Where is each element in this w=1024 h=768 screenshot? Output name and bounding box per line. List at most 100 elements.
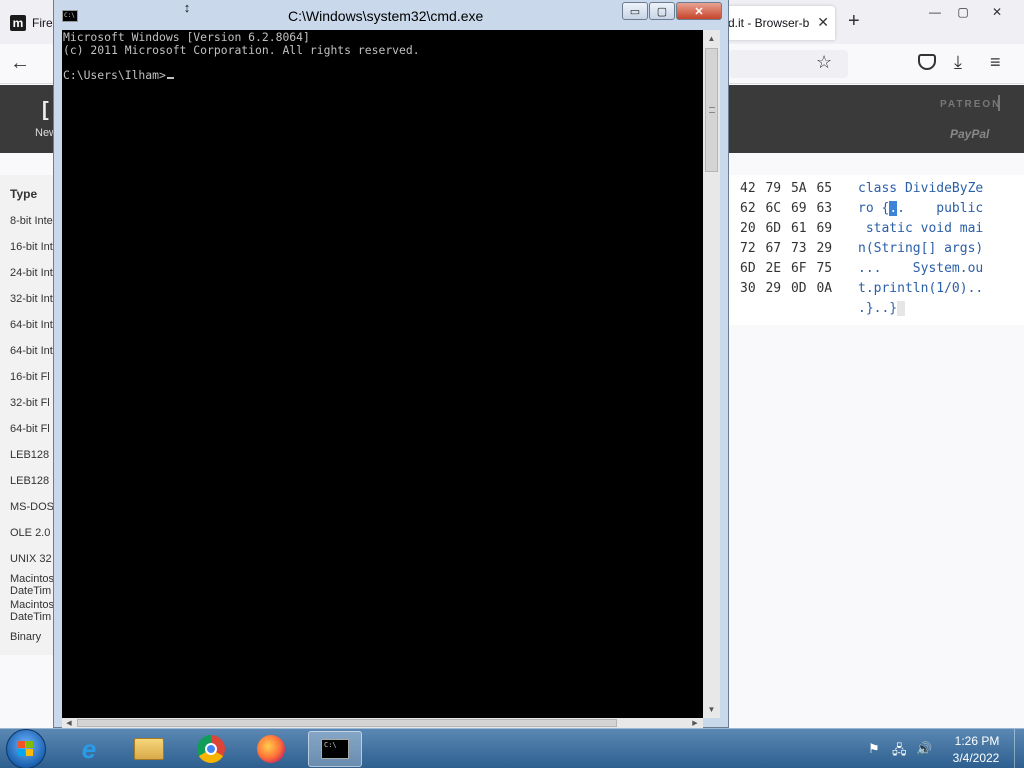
firefox-icon	[257, 735, 285, 763]
type-item[interactable]: LEB128	[10, 449, 49, 461]
type-item[interactable]: Macintos DateTim	[10, 599, 54, 623]
type-item[interactable]: 16-bit Fl	[10, 371, 50, 383]
type-item[interactable]: 32-bit Fl	[10, 397, 50, 409]
cmd-window-title: C:\Windows\system32\cmd.exe	[288, 8, 484, 24]
taskbar-ie-button[interactable]: e	[62, 731, 116, 767]
browser-tab-1[interactable]: m Fire	[0, 6, 60, 40]
clock-time[interactable]: 1:26 PM	[952, 734, 1002, 748]
maximize-button[interactable]: ▢	[649, 2, 675, 20]
scroll-up-arrow-icon[interactable]: ▲	[703, 30, 720, 47]
hex-row: 6D 2E 6F 75	[740, 261, 833, 276]
download-icon[interactable]: ⤓	[954, 52, 962, 73]
ascii-text: ... System.ou	[858, 261, 984, 276]
type-list-panel: Type 8-bit Inte 16-bit Int 24-bit Int 32…	[0, 175, 60, 655]
horizontal-scrollbar[interactable]: ◀ ▶	[62, 718, 703, 728]
scroll-right-arrow-icon[interactable]: ▶	[688, 718, 702, 728]
hex-row: 20 6D 61 69	[740, 221, 833, 236]
cmd-title-bar[interactable]: C:\ C:\Windows\system32\cmd.exe ▭ ▢ ✕	[54, 0, 728, 30]
pocket-icon[interactable]	[918, 54, 936, 70]
ascii-row: n(String[] args)	[858, 241, 983, 256]
type-item[interactable]: OLE 2.0	[10, 527, 50, 539]
ascii-text: class DivideByZe	[858, 181, 984, 196]
ascii-row: ro {.. public	[858, 201, 983, 216]
console-line: (c) 2011 Microsoft Corporation. All righ…	[63, 42, 420, 57]
vertical-scrollbar[interactable]: ▲ ▼	[703, 30, 720, 718]
paypal-link[interactable]: PayPal	[950, 127, 989, 141]
scroll-thumb[interactable]	[77, 719, 617, 727]
patreon-link[interactable]: PATREON	[940, 99, 1001, 110]
type-item[interactable]: 64-bit Int	[10, 319, 53, 331]
ascii-text: n(String[] args)	[858, 241, 984, 256]
type-heading: Type	[10, 187, 38, 201]
type-item[interactable]: 64-bit Int	[10, 345, 53, 357]
resize-cursor-icon: ↕	[183, 0, 191, 15]
windows-logo-icon	[18, 741, 34, 757]
tab-close-icon[interactable]: ✕	[817, 14, 829, 31]
type-item[interactable]: 16-bit Int	[10, 241, 53, 253]
grip-icon	[709, 107, 715, 113]
hex-row: 42 79 5A 65	[740, 181, 833, 196]
scroll-down-arrow-icon[interactable]: ▼	[703, 701, 720, 718]
type-item[interactable]: 8-bit Inte	[10, 215, 53, 227]
ascii-text: static void mai	[858, 221, 984, 236]
browser-close-button[interactable]: ✕	[984, 3, 1010, 21]
show-desktop-button[interactable]	[1014, 729, 1024, 768]
browser-tab-2[interactable]: d.it - Browser-b ✕	[720, 6, 835, 40]
browser-maximize-button[interactable]: ▢	[950, 3, 976, 21]
volume-icon[interactable]: 🔊	[916, 741, 932, 757]
ascii-text: .}..}	[858, 301, 898, 316]
console-prompt: C:\Users\Ilham>	[63, 67, 166, 82]
type-item[interactable]: 24-bit Int	[10, 267, 53, 279]
ascii-selection: .	[889, 201, 898, 216]
ascii-row: class DivideByZe	[858, 181, 983, 196]
internet-explorer-icon: e	[81, 733, 97, 764]
type-item[interactable]: UNIX 32	[10, 553, 52, 565]
patreon-logo-bar	[998, 95, 1000, 111]
browser-tab-2-label: d.it - Browser-b	[728, 16, 810, 30]
close-button[interactable]: ✕	[676, 2, 722, 20]
site-logo[interactable]: [	[42, 99, 49, 122]
type-item[interactable]: MS-DOS	[10, 501, 54, 513]
chrome-icon	[197, 735, 225, 763]
taskbar-explorer-button[interactable]	[122, 731, 176, 767]
network-icon[interactable]: 🖧	[892, 741, 907, 763]
browser-minimize-button[interactable]: —	[922, 3, 948, 21]
ascii-row: ... System.ou	[858, 261, 983, 276]
taskbar-chrome-button[interactable]	[184, 731, 238, 767]
ascii-text: . public	[897, 201, 984, 216]
action-center-flag-icon[interactable]: ⚑	[868, 741, 880, 757]
ascii-text: t.println(1/0)..	[858, 281, 984, 296]
file-explorer-icon	[134, 738, 164, 760]
ascii-text: ro {	[858, 201, 890, 216]
hex-row: 62 6C 69 63	[740, 201, 833, 216]
hamburger-menu-icon[interactable]: ≡	[990, 52, 1001, 73]
favicon-icon: m	[10, 15, 26, 31]
type-item[interactable]: Binary	[10, 631, 41, 643]
console-line: Microsoft Windows [Version 6.2.8064]	[63, 30, 310, 44]
hex-view-panel[interactable]: 42 79 5A 65 62 6C 69 63 20 6D 61 69 72 6…	[728, 175, 1024, 325]
scroll-thumb[interactable]	[705, 48, 718, 172]
taskbar: e C:\ ⚑ 🖧 🔊 1:26 PM 3/4/2022	[0, 728, 1024, 768]
taskbar-firefox-button[interactable]	[244, 731, 298, 767]
hex-row: 30 29 0D 0A	[740, 281, 833, 296]
type-item[interactable]: LEB128	[10, 475, 49, 487]
minimize-button[interactable]: ▭	[622, 2, 648, 20]
back-arrow-icon[interactable]: ←	[10, 52, 30, 75]
browser-tab-1-label: Fire	[32, 16, 53, 30]
console-output[interactable]: Microsoft Windows [Version 6.2.8064] (c) …	[62, 30, 703, 718]
type-item[interactable]: 32-bit Int	[10, 293, 53, 305]
ascii-row: .}..}	[858, 301, 905, 316]
new-tab-button[interactable]: +	[848, 10, 860, 33]
type-item[interactable]: Macintos DateTim	[10, 573, 54, 597]
type-item[interactable]: 64-bit Fl	[10, 423, 50, 435]
console-app-icon: C:\	[321, 739, 349, 759]
taskbar-cmd-button[interactable]: C:\	[308, 731, 362, 767]
start-button[interactable]	[6, 729, 46, 768]
console-app-icon[interactable]: C:\	[62, 10, 78, 22]
ascii-row: t.println(1/0)..	[858, 281, 983, 296]
cmd-window[interactable]: C:\ C:\Windows\system32\cmd.exe ▭ ▢ ✕ Mi…	[53, 0, 729, 728]
text-cursor	[166, 76, 174, 79]
scroll-left-arrow-icon[interactable]: ◀	[62, 718, 76, 728]
bookmark-star-icon[interactable]: ☆	[816, 52, 832, 73]
clock-date[interactable]: 3/4/2022	[946, 751, 1006, 765]
